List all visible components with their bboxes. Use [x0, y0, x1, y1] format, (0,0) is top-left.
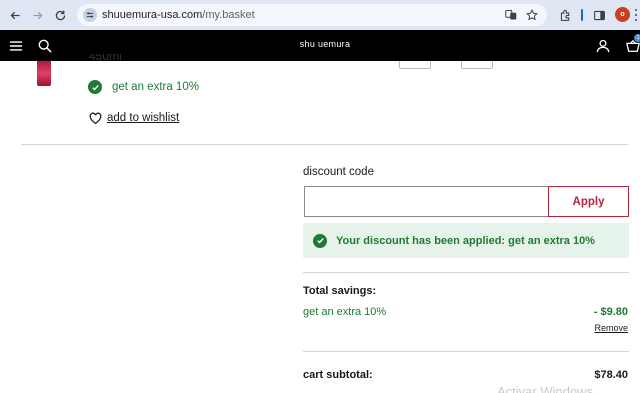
toolbar-separator — [581, 9, 583, 21]
product-promo-label: get an extra 10% — [112, 81, 199, 93]
url-host: shuuemura-usa.com — [102, 9, 203, 21]
product-promo: get an extra 10% — [88, 80, 199, 94]
discount-applied-banner: Your discount has been applied: get an e… — [303, 223, 629, 258]
quantity-decrease-button[interactable] — [399, 61, 431, 69]
savings-item-amount: - $9.80 — [593, 306, 628, 318]
profile-avatar[interactable]: o — [615, 7, 630, 22]
discount-code-input[interactable] — [304, 186, 549, 217]
cart-subtotal-value: $78.40 — [594, 369, 628, 381]
brand-logo[interactable]: shu uemura — [270, 39, 380, 49]
side-panel-icon[interactable] — [590, 6, 608, 24]
extensions-icon[interactable] — [556, 6, 574, 24]
windows-activation-watermark: Activar Windows — [497, 384, 594, 393]
add-to-wishlist-link[interactable]: add to wishlist — [88, 111, 179, 125]
forward-icon[interactable] — [28, 6, 46, 24]
browser-toolbar: shuuemura-usa.com/my.basket o — [0, 0, 640, 30]
translate-icon[interactable] — [503, 7, 519, 23]
wishlist-label: add to wishlist — [107, 112, 180, 124]
url-text: shuuemura-usa.com/my.basket — [102, 8, 255, 22]
site-info-icon[interactable] — [83, 8, 97, 22]
address-bar[interactable]: shuuemura-usa.com/my.basket — [77, 4, 547, 26]
discount-code-label: discount code — [303, 166, 374, 178]
bookmark-star-icon[interactable] — [524, 7, 540, 23]
url-path: /my.basket — [202, 9, 255, 21]
discount-applied-message: Your discount has been applied: get an e… — [336, 234, 595, 247]
cart-count-badge: 1 — [634, 34, 640, 42]
chrome-menu-icon[interactable] — [634, 9, 638, 21]
search-icon[interactable] — [36, 37, 54, 55]
menu-icon[interactable] — [7, 37, 25, 55]
product-size: 450ml — [89, 54, 122, 67]
check-circle-icon — [313, 233, 327, 248]
check-circle-icon — [88, 80, 102, 94]
summary-divider — [303, 351, 629, 352]
product-image[interactable] — [37, 61, 51, 86]
remove-discount-link[interactable]: Remove — [594, 323, 628, 333]
total-savings-title: Total savings: — [303, 285, 377, 297]
cart-subtotal-label: cart subtotal: — [303, 369, 373, 381]
quantity-increase-button[interactable] — [461, 61, 493, 69]
heart-icon — [88, 111, 102, 125]
product-size-text: 450ml — [89, 54, 122, 63]
section-divider — [21, 144, 628, 145]
reload-icon[interactable] — [51, 6, 69, 24]
summary-divider — [303, 272, 629, 273]
account-icon[interactable] — [594, 37, 612, 55]
back-icon[interactable] — [6, 6, 24, 24]
savings-item-name: get an extra 10% — [303, 306, 387, 318]
apply-discount-button[interactable]: Apply — [548, 186, 629, 217]
